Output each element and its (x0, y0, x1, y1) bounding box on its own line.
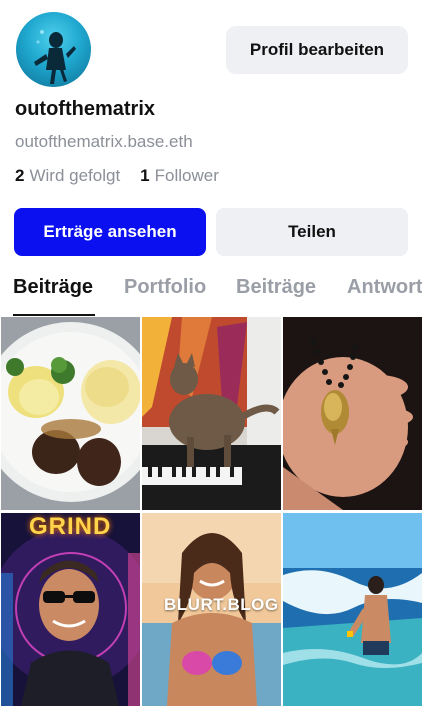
post-thumbnail-steak[interactable] (1, 317, 140, 510)
followers-stat[interactable]: 1 Follower (140, 166, 219, 186)
following-count: 2 (15, 166, 25, 185)
active-tab-indicator (13, 314, 95, 316)
post-thumbnail-pendant[interactable] (283, 317, 422, 510)
username: outofthematrix (15, 98, 155, 120)
share-button[interactable]: Teilen (216, 208, 408, 256)
post-thumbnail-cat-piano[interactable] (142, 317, 281, 510)
edit-profile-button[interactable]: Profil bearbeiten (226, 26, 408, 74)
following-label: Wird gefolgt (29, 166, 121, 185)
profile-tabs: Beiträge Portfolio Beiträge Antworten (0, 268, 422, 316)
followers-label: Follower (154, 166, 219, 185)
following-stat[interactable]: 2 Wird gefolgt (15, 166, 120, 186)
tab-posts[interactable]: Beiträge (13, 276, 93, 299)
avatar[interactable] (16, 12, 91, 87)
followers-count: 1 (140, 166, 150, 185)
post-thumbnail-grind[interactable]: GRIND (1, 513, 140, 706)
profile-domain: outofthematrix.base.eth (15, 132, 193, 151)
tab-posts-secondary[interactable]: Beiträge (236, 276, 316, 299)
view-earnings-button[interactable]: Erträge ansehen (14, 208, 206, 256)
grind-overlay-text: GRIND (29, 513, 112, 540)
tab-replies[interactable]: Antworten (347, 276, 422, 299)
profile-stats: 2 Wird gefolgt 1 Follower (15, 166, 219, 186)
tab-portfolio[interactable]: Portfolio (124, 276, 206, 299)
blurt-overlay-text: BLURT.BLOG (164, 595, 279, 614)
post-thumbnail-blurt[interactable]: BLURT.BLOG (142, 513, 281, 706)
post-thumbnail-ocean[interactable] (283, 513, 422, 706)
